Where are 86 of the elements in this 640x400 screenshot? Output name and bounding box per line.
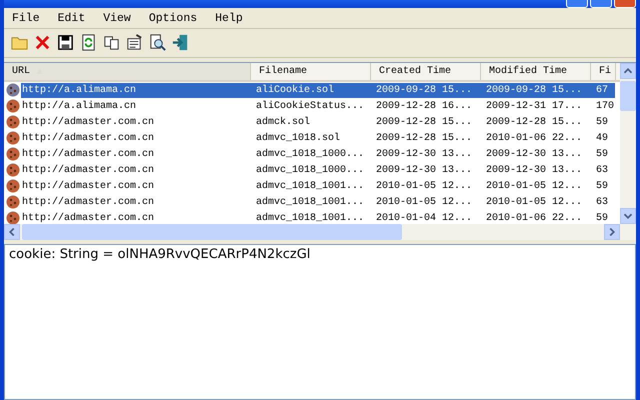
table-cell-text: 2010-01-06 22... [485, 212, 584, 224]
scroll-right-icon[interactable] [604, 224, 620, 240]
table-cell-text: http://admaster.com.cn [21, 212, 156, 224]
table-cell-text: 2009-12-28 16... [375, 100, 474, 112]
vertical-scrollbar[interactable] [620, 63, 636, 224]
column-header[interactable]: Modified Time [481, 63, 591, 80]
menu-item[interactable]: File [10, 12, 42, 25]
table-cell-text: 63 [595, 164, 610, 176]
table-cell-text: http://admaster.com.cn [21, 132, 156, 144]
scroll-up-icon[interactable] [620, 63, 636, 79]
cookie-icon [6, 163, 20, 177]
table-cell-text: 170 [595, 100, 615, 112]
menu-item[interactable]: Options [146, 12, 200, 25]
table-cell-text: http://admaster.com.cn [21, 180, 156, 192]
table-row[interactable]: http://admaster.com.cn admvc_1018_1001... 2010-01-05 12... 2010-01-05 12... 63 [21, 194, 615, 210]
table-row[interactable]: http://admaster.com.cn admvc_1018_1000... 2009-12-30 13... 2009-12-30 13... 63 [21, 162, 615, 178]
cookie-icon [6, 179, 20, 193]
table-row[interactable]: http://admaster.com.cn admvc_1018_1001... 2010-01-04 12... 2010-01-06 22... 59 [21, 210, 615, 224]
scroll-down-icon[interactable] [620, 208, 636, 224]
table-cell-text: aliCookieStatus... [255, 100, 366, 112]
table-cell-text: http://admaster.com.cn [21, 148, 156, 160]
table-cell-text: 2009-12-30 13... [485, 148, 584, 160]
table-cell-text: admvc_1018_1001... [255, 180, 366, 192]
cookie-icon [6, 195, 20, 209]
table-cell-text: 59 [595, 212, 610, 224]
exit-icon[interactable] [171, 33, 190, 52]
table-cell-text: 2009-12-31 17... [485, 100, 584, 112]
table-cell-text: 2010-01-04 12... [375, 212, 474, 224]
table-cell-text: admvc_1018.sol [255, 132, 342, 144]
column-header[interactable]: URL [4, 63, 251, 80]
cookie-value-text: cookie: String = olNHA9RvvQECARrP4N2kczGl [9, 247, 310, 262]
table-cell-text: 59 [595, 148, 610, 160]
table-cell-text: http://admaster.com.cn [21, 116, 156, 128]
cookie-icon [6, 83, 20, 97]
cookie-icon [6, 99, 20, 113]
cookie-icon [6, 147, 20, 161]
table-cell-text: 59 [595, 116, 610, 128]
table-cell-text: http://a.alimama.cn [21, 100, 138, 112]
table-cell-text: 2009-12-30 13... [375, 164, 474, 176]
table-cell-text: 2009-12-30 13... [375, 148, 474, 160]
column-header[interactable]: Fi [591, 63, 616, 80]
minimize-button[interactable] [566, 0, 588, 8]
table-cell-text: 2009-12-28 15... [375, 132, 474, 144]
table-row[interactable]: http://a.alimama.cn aliCookie.sol 2009-09-28 15... 2009-09-28 15... 67 [21, 82, 615, 98]
table-cell-text: admvc_1018_1001... [255, 212, 366, 224]
table-cell-text: admvc_1018_1001... [255, 196, 366, 208]
table-cell-text: 2010-01-05 12... [375, 180, 474, 192]
delete-icon[interactable] [33, 33, 52, 52]
table-row[interactable]: http://admaster.com.cn admck.sol 2009-12-28 15... 2009-12-28 15... 59 [21, 114, 615, 130]
column-header[interactable]: Filename [251, 63, 371, 80]
table-cell-text: admvc_1018_1000... [255, 164, 366, 176]
close-button[interactable] [614, 0, 636, 8]
maximize-button[interactable] [590, 0, 612, 8]
scrollbar-thumb[interactable] [22, 224, 402, 240]
menu-item[interactable]: Help [213, 12, 245, 25]
table-cell-text: 2009-12-28 15... [485, 116, 584, 128]
cookie-icon [6, 211, 20, 224]
table-cell-text: http://a.alimama.cn [21, 84, 138, 96]
table-cell-text: 2009-12-30 13... [485, 164, 584, 176]
table-cell-text: 49 [595, 132, 610, 144]
scroll-left-icon[interactable] [4, 224, 20, 240]
table-cell-text: 59 [595, 180, 610, 192]
table-cell-text: 2009-12-28 15... [375, 116, 474, 128]
save-icon[interactable] [56, 33, 75, 52]
table-row[interactable]: http://a.alimama.cn aliCookieStatus... 2009-12-28 16... 2009-12-31 17... 170 [21, 98, 615, 114]
table-cell-text: http://admaster.com.cn [21, 196, 156, 208]
table-cell-text: 2010-01-06 22... [485, 132, 584, 144]
cookie-icon [6, 115, 20, 129]
text-pane[interactable]: cookie: String = olNHA9RvvQECARrP4N2kczGl [4, 244, 636, 400]
table-row[interactable]: http://admaster.com.cn admvc_1018_1001... 2010-01-05 12... 2010-01-05 12... 59 [21, 178, 615, 194]
table-cell-text: admvc_1018_1000... [255, 148, 366, 160]
table-row[interactable]: http://admaster.com.cn admvc_1018.sol 2009-12-28 15... 2010-01-06 22... 49 [21, 130, 615, 146]
column-header[interactable]: Created Time [371, 63, 481, 80]
table-cell-text: admck.sol [255, 116, 312, 128]
table-cell-text: 2010-01-05 12... [375, 196, 474, 208]
table-cell-text: 63 [595, 196, 610, 208]
horizontal-scrollbar[interactable] [4, 224, 636, 240]
table-cell-text: http://admaster.com.cn [21, 164, 156, 176]
search-icon[interactable] [148, 33, 167, 52]
cookie-icon [6, 131, 20, 145]
menu-item[interactable]: View [101, 12, 133, 25]
table-row[interactable]: http://admaster.com.cn admvc_1018_1000... 2009-12-30 13... 2009-12-30 13... 59 [21, 146, 615, 162]
table-cell-text: 2010-01-05 12... [485, 196, 584, 208]
menu-item[interactable]: Edit [56, 12, 88, 25]
scrollbar-thumb[interactable] [620, 81, 636, 111]
table-cell-text: 2010-01-05 12... [485, 180, 584, 192]
